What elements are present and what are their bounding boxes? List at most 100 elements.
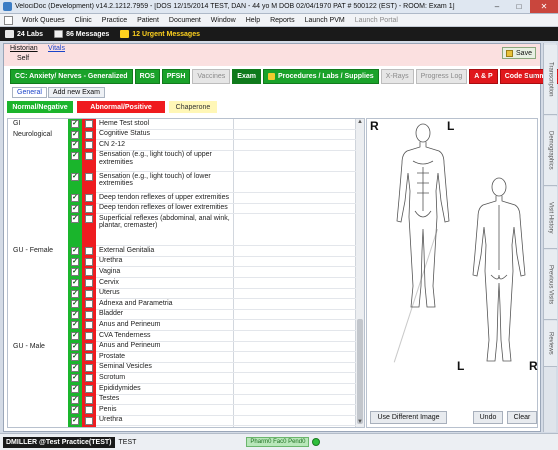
chevron-right-icon[interactable]: › <box>534 73 536 80</box>
normal-checkbox[interactable]: ✓ <box>71 427 79 428</box>
abnormal-checkbox[interactable] <box>85 247 93 256</box>
normal-checkbox[interactable]: ✓ <box>71 395 79 404</box>
abnormal-checkbox[interactable] <box>85 406 93 415</box>
abnormal-checkbox[interactable] <box>85 342 93 351</box>
pharmacy-status[interactable]: Pharm0 Fac0 Pend0 <box>246 437 310 447</box>
normal-checkbox[interactable]: ✓ <box>71 363 79 372</box>
normal-checkbox[interactable]: ✓ <box>71 374 79 383</box>
abnormal-checkbox[interactable] <box>85 416 93 425</box>
rail-tab[interactable]: Visit History <box>544 187 557 249</box>
abnormal-checkbox[interactable] <box>85 353 93 362</box>
abnormal-checkbox[interactable] <box>85 268 93 277</box>
normal-checkbox[interactable]: ✓ <box>71 215 79 224</box>
normal-checkbox[interactable]: ✓ <box>71 279 79 287</box>
rail-tab[interactable]: Previous Visits <box>544 250 557 320</box>
section-tab[interactable]: CC: Anxiety/ Nerves - Generalized <box>10 69 133 84</box>
abnormal-checkbox[interactable] <box>85 141 93 150</box>
labs-alert[interactable]: 24 Labs <box>5 30 43 38</box>
menu-help[interactable]: Help <box>241 17 265 24</box>
rail-tab[interactable]: Demographics <box>544 116 557 186</box>
abnormal-checkbox[interactable] <box>85 151 93 160</box>
minimize-button[interactable]: – <box>486 0 508 13</box>
menu-patient[interactable]: Patient <box>132 17 164 24</box>
section-tab[interactable]: Progress Log <box>415 69 468 84</box>
tab-vitals[interactable]: Vitals <box>48 45 65 52</box>
normal-checkbox[interactable]: ✓ <box>71 268 79 277</box>
chevron-left-icon[interactable]: ‹ <box>527 73 529 80</box>
maximize-button[interactable]: □ <box>508 0 530 13</box>
abnormal-checkbox[interactable] <box>85 279 93 287</box>
normal-checkbox[interactable]: ✓ <box>71 247 79 256</box>
rail-tab[interactable]: Reviews <box>544 321 557 367</box>
abnormal-checkbox[interactable] <box>85 321 93 330</box>
use-different-image-button[interactable]: Use Different Image <box>370 411 447 424</box>
save-button[interactable]: Save <box>502 47 536 59</box>
normal-checkbox[interactable]: ✓ <box>71 120 79 128</box>
abnormal-checkbox[interactable] <box>85 173 93 181</box>
tab-add-new-exam[interactable]: Add new Exam <box>47 87 105 98</box>
menu-launch-pvm[interactable]: Launch PVM <box>300 17 350 24</box>
abnormal-checkbox[interactable] <box>85 427 93 428</box>
menu-window[interactable]: Window <box>206 17 241 24</box>
scroll-thumb[interactable] <box>357 319 363 424</box>
body-front-figure[interactable] <box>393 121 453 317</box>
section-tab[interactable]: ROS <box>134 69 160 84</box>
section-tab[interactable]: A & P <box>469 69 498 84</box>
normal-checkbox[interactable]: ✓ <box>71 416 79 425</box>
normal-checkbox[interactable]: ✓ <box>71 385 79 393</box>
section-tab[interactable]: PFSH <box>161 69 191 84</box>
abnormal-checkbox[interactable] <box>85 395 93 404</box>
messages-alert[interactable]: 86 Messages <box>54 30 109 38</box>
section-tab[interactable]: X-Rays <box>380 69 414 84</box>
normal-checkbox[interactable]: ✓ <box>71 141 79 150</box>
abnormal-checkbox[interactable] <box>85 310 93 319</box>
tab-general[interactable]: General <box>12 87 47 98</box>
chaperone-field[interactable]: Chaperone <box>169 101 217 113</box>
abnormal-checkbox[interactable] <box>85 289 93 298</box>
normal-checkbox[interactable]: ✓ <box>71 310 79 319</box>
normal-checkbox[interactable]: ✓ <box>71 332 79 340</box>
abnormal-checkbox[interactable] <box>85 385 93 393</box>
normal-negative-button[interactable]: Normal/Negative <box>7 101 73 113</box>
abnormal-checkbox[interactable] <box>85 363 93 372</box>
menu-document[interactable]: Document <box>164 17 206 24</box>
close-button[interactable]: ✕ <box>530 0 558 13</box>
menu-reports[interactable]: Reports <box>265 17 300 24</box>
normal-checkbox[interactable]: ✓ <box>71 257 79 266</box>
exam-list-scrollbar[interactable]: ▲ ▼ <box>355 119 364 427</box>
normal-checkbox[interactable]: ✓ <box>71 342 79 351</box>
menu-clinic[interactable]: Clinic <box>70 17 97 24</box>
menu-practice[interactable]: Practice <box>97 17 132 24</box>
scroll-down-icon[interactable]: ▼ <box>356 419 364 427</box>
clear-button[interactable]: Clear <box>507 411 537 424</box>
section-tab[interactable]: Vaccines <box>192 69 231 84</box>
abnormal-checkbox[interactable] <box>85 374 93 383</box>
section-tab[interactable]: Exam <box>232 69 261 84</box>
normal-checkbox[interactable]: ✓ <box>71 300 79 309</box>
section-tab[interactable]: Procedures / Labs / Supplies <box>262 69 379 84</box>
abnormal-checkbox[interactable] <box>85 332 93 340</box>
abnormal-checkbox[interactable] <box>85 204 93 213</box>
abnormal-checkbox[interactable] <box>85 215 93 224</box>
normal-checkbox[interactable]: ✓ <box>71 194 79 203</box>
body-back-figure[interactable] <box>469 175 529 371</box>
normal-checkbox[interactable]: ✓ <box>71 130 79 139</box>
urgent-alert[interactable]: 12 Urgent Messages <box>120 30 200 38</box>
abnormal-checkbox[interactable] <box>85 194 93 203</box>
normal-checkbox[interactable]: ✓ <box>71 204 79 213</box>
undo-button[interactable]: Undo <box>473 411 503 424</box>
normal-checkbox[interactable]: ✓ <box>71 353 79 362</box>
rail-tab[interactable]: Transcription <box>544 45 557 115</box>
abnormal-checkbox[interactable] <box>85 300 93 309</box>
document-icon[interactable] <box>4 15 13 25</box>
normal-checkbox[interactable]: ✓ <box>71 406 79 415</box>
normal-checkbox[interactable]: ✓ <box>71 321 79 330</box>
abnormal-checkbox[interactable] <box>85 130 93 139</box>
abnormal-positive-button[interactable]: Abnormal/Positive <box>77 101 165 113</box>
tab-historian[interactable]: Historian <box>10 45 38 52</box>
normal-checkbox[interactable]: ✓ <box>71 151 79 160</box>
abnormal-checkbox[interactable] <box>85 257 93 266</box>
normal-checkbox[interactable]: ✓ <box>71 173 79 181</box>
scroll-up-icon[interactable]: ▲ <box>356 119 364 127</box>
abnormal-checkbox[interactable] <box>85 120 93 128</box>
